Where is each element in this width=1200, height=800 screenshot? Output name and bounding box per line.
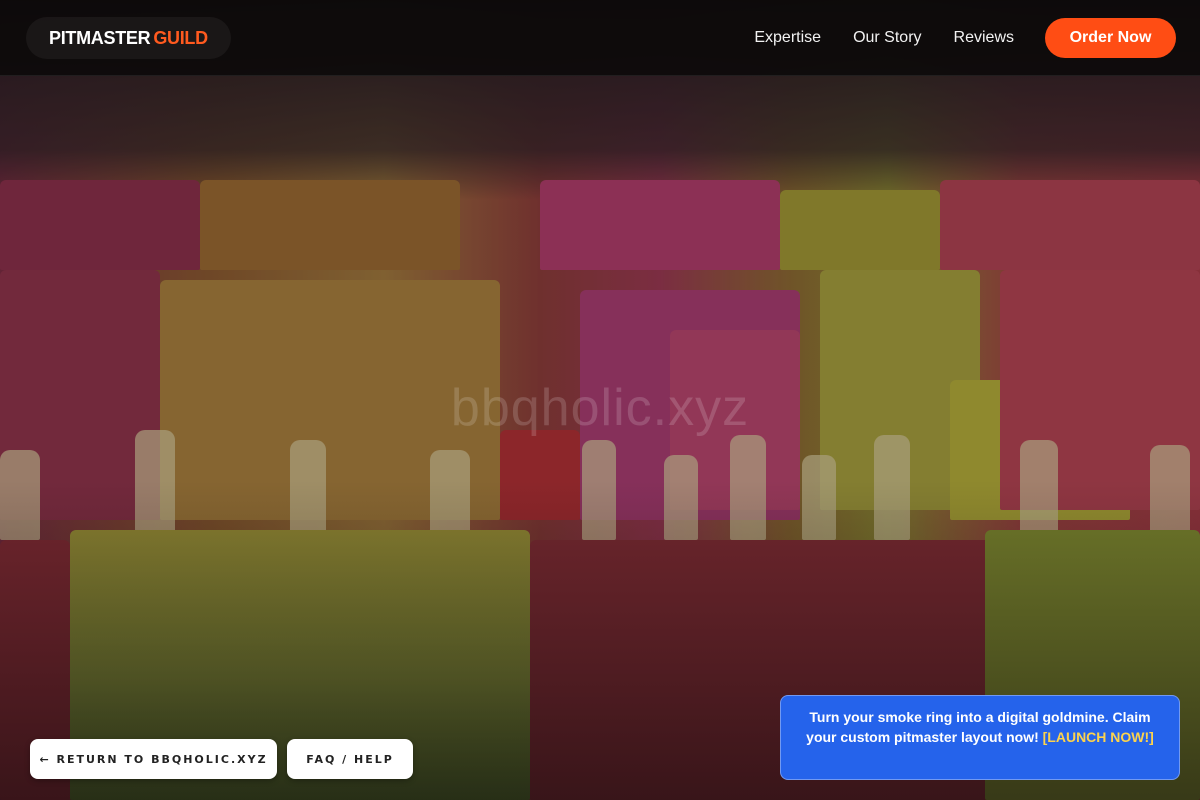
faq-help-button[interactable]: FAQ / HELP bbox=[287, 739, 413, 779]
brand-accent: GUILD bbox=[153, 27, 208, 48]
nav-link-expertise[interactable]: Expertise bbox=[754, 29, 821, 47]
top-navbar: PITMASTER GUILD Expertise Our Story Revi… bbox=[0, 0, 1200, 76]
return-home-button[interactable]: ← RETURN TO BBQHOLIC.XYZ bbox=[30, 739, 277, 779]
promo-cta-link[interactable]: [LAUNCH NOW!] bbox=[1043, 729, 1154, 745]
nav-links: Expertise Our Story Reviews bbox=[754, 0, 1014, 76]
order-now-button[interactable]: Order Now bbox=[1045, 18, 1176, 58]
promo-banner[interactable]: Turn your smoke ring into a digital gold… bbox=[780, 695, 1180, 780]
nav-link-reviews[interactable]: Reviews bbox=[954, 29, 1014, 47]
brand-logo[interactable]: PITMASTER GUILD bbox=[26, 17, 231, 59]
brand-primary: PITMASTER bbox=[49, 27, 151, 48]
watermark-text: bbqholic.xyz bbox=[450, 379, 750, 437]
nav-link-our-story[interactable]: Our Story bbox=[853, 29, 921, 47]
